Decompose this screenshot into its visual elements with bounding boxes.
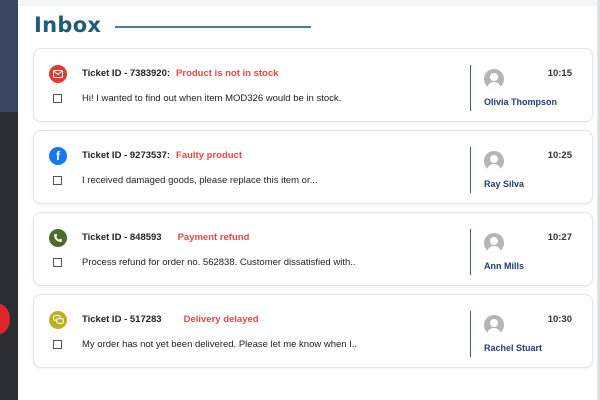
avatar xyxy=(484,69,504,89)
phone-icon xyxy=(49,229,67,247)
ticket-subject: Payment refund xyxy=(177,232,250,243)
left-sidebar xyxy=(0,0,18,400)
agent-name[interactable]: Rachel Stuart xyxy=(484,343,542,353)
ticket-time: 10:25 xyxy=(547,150,572,161)
ticket-id: 7383920: xyxy=(129,68,171,79)
page-title: Inbox xyxy=(34,13,102,37)
avatar xyxy=(484,233,504,253)
ticket-id: 9273537: xyxy=(129,150,171,161)
ticket-message: Process refund for order no. 562838. Cus… xyxy=(82,257,356,268)
ticket-id-label: Ticket ID - xyxy=(82,150,130,161)
ticket-checkbox[interactable] xyxy=(53,258,62,267)
ticket-card[interactable]: Ticket ID - 848593 Payment refund Process… xyxy=(33,212,593,286)
facebook-icon: f xyxy=(49,147,67,165)
inbox-header: Inbox xyxy=(34,10,312,40)
ticket-subject: Faulty product xyxy=(176,150,243,161)
ticket-divider xyxy=(470,147,471,193)
chat-icon xyxy=(49,311,67,329)
ticket-subject: Product is not in stock xyxy=(176,68,279,79)
ticket-checkbox[interactable] xyxy=(53,340,62,349)
top-strip xyxy=(18,0,600,6)
ticket-divider xyxy=(470,65,471,111)
ticket-divider xyxy=(470,311,471,357)
agent-name[interactable]: Ray Silva xyxy=(484,179,524,189)
ticket-time: 10:15 xyxy=(547,68,572,79)
ticket-id: 848593 xyxy=(129,232,162,243)
ticket-time: 10:27 xyxy=(547,232,572,243)
ticket-id-label: Ticket ID - xyxy=(82,232,130,243)
ticket-checkbox[interactable] xyxy=(53,94,62,103)
ticket-time: 10:30 xyxy=(547,314,572,325)
ticket-subject: Delivery delayed xyxy=(183,314,259,325)
ticket-checkbox[interactable] xyxy=(53,176,62,185)
ticket-list: Ticket ID - 7383920: Product is not in st… xyxy=(33,48,593,376)
ticket-message: I received damaged goods, please replace… xyxy=(82,175,318,186)
ticket-id: 517283 xyxy=(129,314,162,325)
mail-icon xyxy=(49,65,67,83)
ticket-message: My order has not yet been delivered. Ple… xyxy=(82,339,358,350)
avatar xyxy=(484,151,504,171)
ticket-card[interactable]: Ticket ID - 7383920: Product is not in st… xyxy=(33,48,593,122)
ticket-card[interactable]: f Ticket ID - 9273537: Faulty product I r… xyxy=(33,130,593,204)
ticket-header: Ticket ID - 848593 Payment refund xyxy=(82,232,249,243)
title-underline xyxy=(115,26,312,28)
avatar xyxy=(484,315,504,335)
ticket-id-label: Ticket ID - xyxy=(82,314,130,325)
agent-name[interactable]: Ann Mills xyxy=(484,261,524,271)
ticket-header: Ticket ID - 7383920: Product is not in st… xyxy=(82,68,278,79)
ticket-id-label: Ticket ID - xyxy=(82,68,130,79)
sidebar-header-block xyxy=(0,0,18,112)
ticket-header: Ticket ID - 517283 Delivery delayed xyxy=(82,314,259,325)
ticket-message: Hi! I wanted to find out when item MOD32… xyxy=(82,93,342,104)
agent-name[interactable]: Olivia Thompson xyxy=(484,97,557,107)
ticket-card[interactable]: Ticket ID - 517283 Delivery delayed My or… xyxy=(33,294,593,368)
ticket-divider xyxy=(470,229,471,275)
ticket-header: Ticket ID - 9273537: Faulty product xyxy=(82,150,242,161)
notification-dot[interactable] xyxy=(0,304,10,334)
